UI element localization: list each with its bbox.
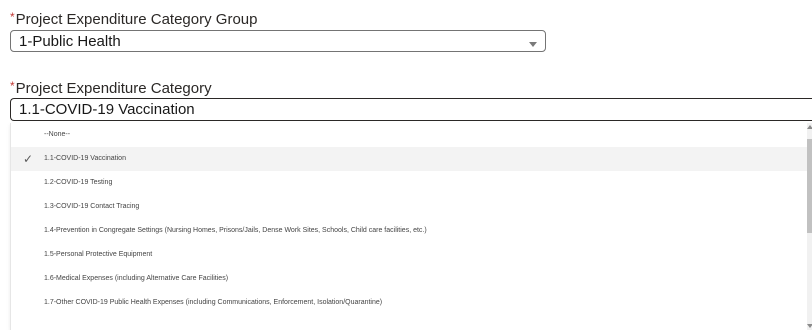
dropdown-scrollbar[interactable] <box>807 123 812 330</box>
option-item[interactable]: 1.6-Medical Expenses (including Alternat… <box>11 267 807 291</box>
scrollbar-thumb[interactable] <box>807 139 812 233</box>
option-label: 1.5-Personal Protective Equipment <box>44 251 153 258</box>
option-label: 1.4-Prevention in Congregate Settings (N… <box>44 227 427 234</box>
group-label-text: Project Expenditure Category Group <box>15 11 258 28</box>
scroll-up-icon[interactable] <box>807 125 812 129</box>
option-selected[interactable]: ✓ 1.1-COVID-19 Vaccination <box>11 147 807 171</box>
category-dropdown-list: --None-- ✓ 1.1-COVID-19 Vaccination 1.2-… <box>10 123 812 330</box>
option-label: 1.7-Other COVID-19 Public Health Expense… <box>44 299 383 306</box>
option-label: --None-- <box>44 131 71 138</box>
required-asterisk: * <box>10 10 15 24</box>
option-label: 1.1-COVID-19 Vaccination <box>44 155 126 162</box>
option-item[interactable]: 1.2-COVID-19 Testing <box>11 171 807 195</box>
option-none[interactable]: --None-- <box>11 123 807 147</box>
category-value: 1.1-COVID-19 Vaccination <box>19 101 195 118</box>
group-field-label: *Project Expenditure Category Group <box>10 8 257 29</box>
category-field-label: *Project Expenditure Category <box>10 77 212 98</box>
chevron-down-icon[interactable] <box>529 42 537 47</box>
option-item[interactable]: 1.4-Prevention in Congregate Settings (N… <box>11 219 807 243</box>
scroll-down-icon[interactable] <box>807 324 812 328</box>
option-item[interactable]: 1.7-Other COVID-19 Public Health Expense… <box>11 291 807 315</box>
option-label: 1.6-Medical Expenses (including Alternat… <box>44 275 229 282</box>
category-label-text: Project Expenditure Category <box>15 80 212 97</box>
required-asterisk: * <box>10 79 15 93</box>
category-select[interactable]: 1.1-COVID-19 Vaccination <box>10 98 812 121</box>
option-item[interactable]: 1.3-COVID-19 Contact Tracing <box>11 195 807 219</box>
category-group-value: 1-Public Health <box>19 33 121 50</box>
category-group-select[interactable]: 1-Public Health <box>10 30 546 52</box>
option-label: 1.3-COVID-19 Contact Tracing <box>44 203 140 210</box>
check-icon: ✓ <box>23 152 34 166</box>
option-item[interactable]: 1.5-Personal Protective Equipment <box>11 243 807 267</box>
option-label: 1.2-COVID-19 Testing <box>44 179 113 186</box>
